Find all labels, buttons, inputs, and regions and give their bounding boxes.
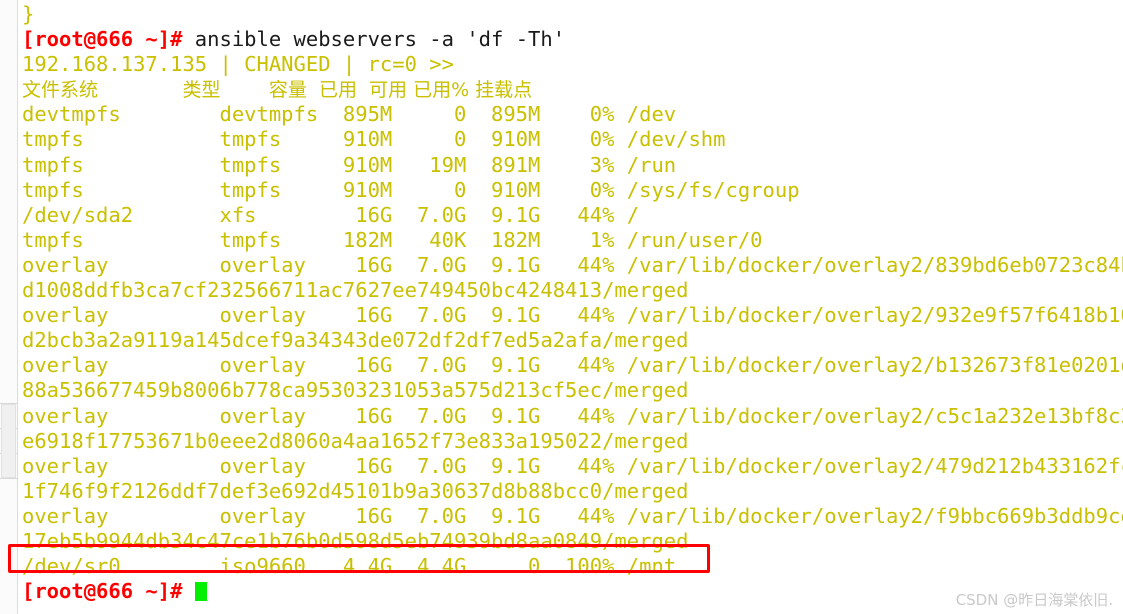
- row-text: tmpfs tmpfs 182M 40K 182M 1% /run/user/0: [22, 227, 763, 252]
- table-row-wrap: e6918f17753671b0eee2d8060a4aa1652f73e833…: [22, 429, 1123, 454]
- terminal-scrollbar-gutter[interactable]: [0, 0, 18, 614]
- table-row: overlay overlay 16G 7.0G 9.1G 44% /var/l…: [22, 253, 1123, 278]
- table-row: overlay overlay 16G 7.0G 9.1G 44% /var/l…: [22, 504, 1123, 529]
- table-row: overlay overlay 16G 7.0G 9.1G 44% /var/l…: [22, 454, 1123, 479]
- table-row-highlighted: /dev/sr0 iso9660 4.4G 4.4G 0 100% /mnt: [22, 554, 1123, 579]
- scrollbar-tick: [0, 478, 17, 479]
- row-text: d2bcb3a2a9119a145dcef9a34343de072df2df7e…: [22, 328, 689, 353]
- row-text: tmpfs tmpfs 910M 19M 891M 3% /run: [22, 152, 677, 177]
- scrollbar-thumb[interactable]: [1, 404, 16, 478]
- table-row-wrap: 17eb5b9944db34c47ce1b76b0d598d5eb74939bd…: [22, 529, 1123, 554]
- table-row-wrap: 1f746f9f2126ddf7def3e692d45101b9a30637d8…: [22, 479, 1123, 504]
- table-row: overlay overlay 16G 7.0G 9.1G 44% /var/l…: [22, 303, 1123, 328]
- row-text: e6918f17753671b0eee2d8060a4aa1652f73e833…: [22, 428, 689, 453]
- row-text: overlay overlay 16G 7.0G 9.1G 44% /var/l…: [22, 453, 1123, 478]
- table-row: devtmpfs devtmpfs 895M 0 895M 0% /dev: [22, 102, 1123, 127]
- shell-input[interactable]: [182, 579, 194, 603]
- terminal-line: }: [22, 2, 1123, 27]
- row-text: tmpfs tmpfs 910M 0 910M 0% /dev/shm: [22, 127, 726, 152]
- row-text: /dev/sr0 iso9660 4.4G 4.4G 0 100% /mnt: [22, 554, 677, 579]
- scrollbar-track[interactable]: [0, 0, 17, 614]
- table-row-wrap: d1008ddfb3ca7cf232566711ac7627ee749450bc…: [22, 278, 1123, 303]
- table-row-wrap: d2bcb3a2a9119a145dcef9a34343de072df2df7e…: [22, 328, 1123, 353]
- table-row: tmpfs tmpfs 910M 19M 891M 3% /run: [22, 153, 1123, 178]
- csdn-watermark: CSDN @昨日海棠依旧.: [955, 591, 1113, 609]
- table-row: overlay overlay 16G 7.0G 9.1G 44% /var/l…: [22, 404, 1123, 429]
- table-row: tmpfs tmpfs 182M 40K 182M 1% /run/user/0: [22, 228, 1123, 253]
- row-text: 88a536677459b8006b778ca95303231053a575d2…: [22, 378, 689, 403]
- text-cursor: [194, 582, 207, 602]
- row-text: 1f746f9f2126ddf7def3e692d45101b9a30637d8…: [22, 478, 689, 503]
- table-row: tmpfs tmpfs 910M 0 910M 0% /dev/shm: [22, 127, 1123, 152]
- row-text: devtmpfs devtmpfs 895M 0 895M 0% /dev: [22, 102, 677, 127]
- terminal-command-line: [root@666 ~]# ansible webservers -a 'df …: [22, 27, 1123, 52]
- terminal-window: } [root@666 ~]# ansible webservers -a 'd…: [0, 0, 1123, 614]
- terminal-output-area[interactable]: } [root@666 ~]# ansible webservers -a 'd…: [19, 0, 1123, 614]
- row-text: overlay overlay 16G 7.0G 9.1G 44% /var/l…: [22, 503, 1123, 528]
- row-text: /dev/sda2 xfs 16G 7.0G 9.1G 44% /: [22, 202, 640, 227]
- line-text: }: [22, 2, 35, 26]
- host-result-header: 192.168.137.135 | CHANGED | rc=0 >>: [22, 52, 454, 77]
- row-text: 17eb5b9944db34c47ce1b76b0d598d5eb74939bd…: [22, 528, 689, 553]
- row-text: overlay overlay 16G 7.0G 9.1G 44% /var/l…: [22, 303, 1123, 328]
- shell-prompt: [root@666 ~]#: [22, 579, 183, 604]
- shell-prompt: [root@666 ~]#: [22, 27, 183, 52]
- shell-command: ansible webservers -a 'df -Th': [182, 27, 566, 52]
- table-row-wrap: 88a536677459b8006b778ca95303231053a575d2…: [22, 378, 1123, 403]
- table-row: /dev/sda2 xfs 16G 7.0G 9.1G 44% /: [22, 203, 1123, 228]
- row-text: overlay overlay 16G 7.0G 9.1G 44% /var/l…: [22, 252, 1123, 277]
- row-text: d1008ddfb3ca7cf232566711ac7627ee749450bc…: [22, 278, 689, 303]
- terminal-line: 192.168.137.135 | CHANGED | rc=0 >>: [22, 52, 1123, 77]
- table-row: tmpfs tmpfs 910M 0 910M 0% /sys/fs/cgrou…: [22, 178, 1123, 203]
- df-table-header: 文件系统 类型 容量 已用 可用 已用% 挂载点: [22, 77, 1123, 102]
- row-text: tmpfs tmpfs 910M 0 910M 0% /sys/fs/cgrou…: [22, 177, 800, 202]
- row-text: overlay overlay 16G 7.0G 9.1G 44% /var/l…: [22, 353, 1123, 378]
- row-text: overlay overlay 16G 7.0G 9.1G 44% /var/l…: [22, 403, 1123, 428]
- table-row: overlay overlay 16G 7.0G 9.1G 44% /var/l…: [22, 353, 1123, 378]
- df-header-text: 文件系统 类型 容量 已用 可用 已用% 挂载点: [22, 79, 533, 102]
